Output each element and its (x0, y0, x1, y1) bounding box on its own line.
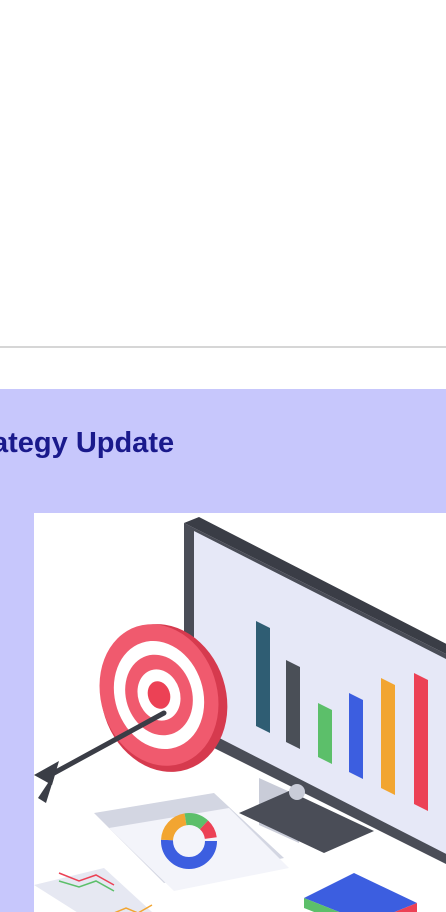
blank-content-area (0, 0, 446, 346)
card-title: ategy Update (0, 427, 175, 459)
strategy-update-card: ategy Update (0, 389, 446, 912)
cube-icon (304, 873, 417, 912)
strategy-illustration (34, 513, 446, 912)
section-gap (0, 348, 446, 389)
